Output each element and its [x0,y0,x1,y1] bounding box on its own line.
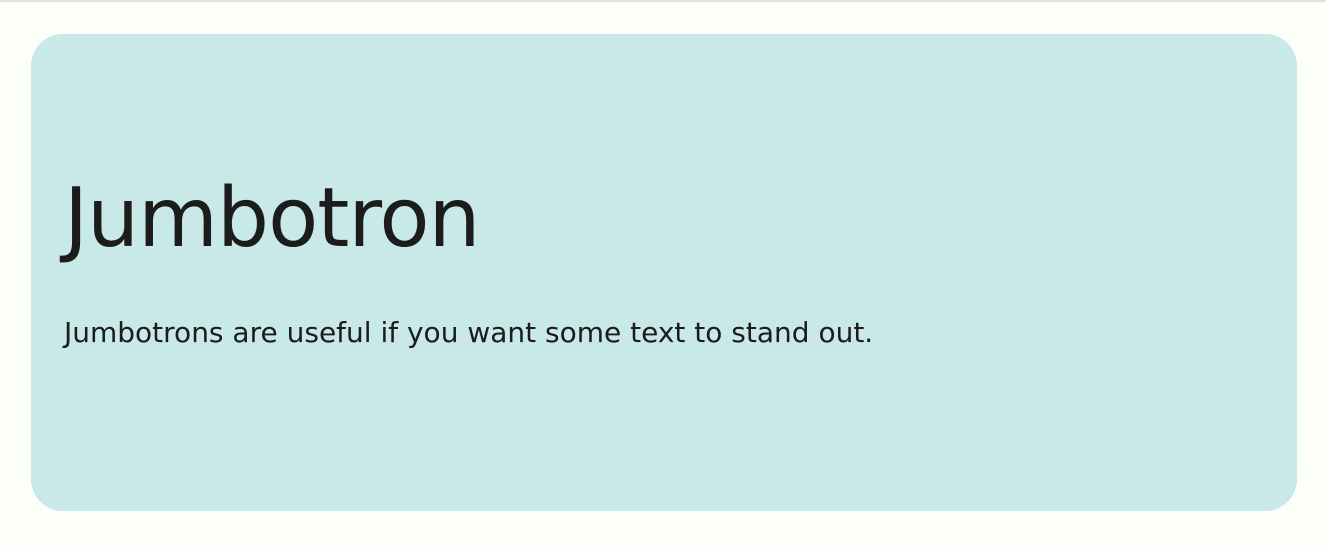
jumbotron-text: Jumbotrons are useful if you want some t… [64,316,874,349]
jumbotron-title: Jumbotron [64,171,480,266]
top-divider [0,0,1326,2]
jumbotron: Jumbotron Jumbotrons are useful if you w… [31,34,1297,511]
